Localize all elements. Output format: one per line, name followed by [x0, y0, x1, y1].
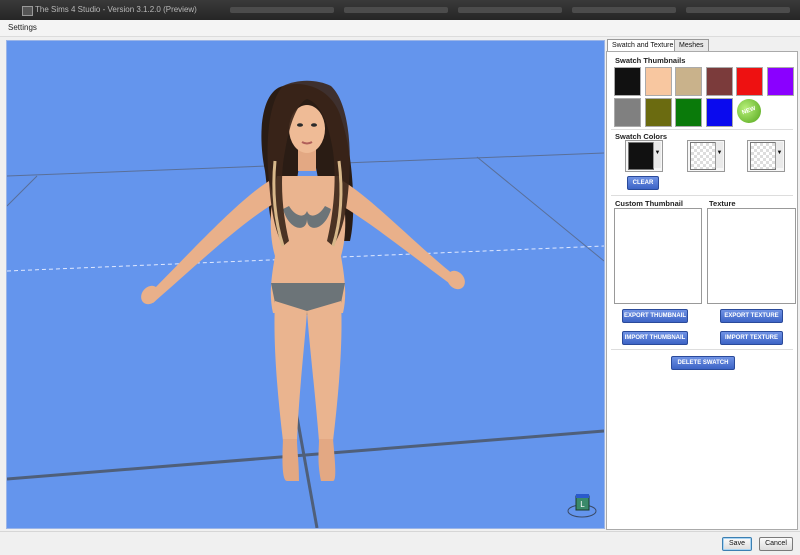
texture-preview [707, 208, 796, 304]
swatch-thumbnail[interactable] [614, 67, 641, 96]
swatch-thumbnail[interactable] [675, 98, 702, 127]
divider [611, 195, 793, 196]
sim-model [141, 80, 465, 481]
background-taskbar [230, 5, 790, 15]
viewport-scene: L [7, 80, 604, 528]
menu-bar: Settings [0, 20, 800, 37]
swatch-thumbnail[interactable] [644, 67, 672, 96]
chevron-down-icon[interactable]: ▼ [653, 142, 661, 168]
texture-title: Texture [709, 199, 736, 208]
menu-settings[interactable]: Settings [8, 23, 37, 32]
floor-grid [7, 360, 604, 528]
swatch-thumbnail[interactable] [675, 67, 702, 96]
dialog-footer: Save Cancel [0, 531, 800, 555]
save-button[interactable]: Save [722, 537, 752, 551]
export-thumbnail-button[interactable]: EXPORT THUMBNAIL [622, 309, 688, 323]
cancel-button[interactable]: Cancel [759, 537, 793, 551]
orientation-gizmo[interactable]: L [567, 494, 597, 518]
swatch-thumbnail[interactable] [614, 98, 641, 127]
chevron-down-icon[interactable]: ▼ [775, 142, 783, 168]
swatch-thumbnail[interactable] [736, 67, 763, 96]
custom-thumbnail-preview [614, 208, 702, 304]
swatch-thumbnail[interactable] [644, 98, 672, 127]
3d-viewport[interactable]: L [6, 40, 605, 529]
swatch-color-picker-2[interactable]: ▼ [687, 140, 725, 172]
export-texture-button[interactable]: EXPORT TEXTURE [720, 309, 783, 323]
window-title: The Sims 4 Studio - Version 3.1.2.0 (Pre… [35, 5, 197, 14]
empty-color-chip [750, 142, 776, 170]
swatch-color-picker-1[interactable]: ▼ [625, 140, 663, 172]
clear-button[interactable]: CLEAR [627, 176, 659, 190]
swatch-thumbnail[interactable] [705, 98, 733, 127]
import-texture-button[interactable]: IMPORT TEXTURE [720, 331, 783, 345]
selected-color-chip [628, 142, 654, 170]
swatch-thumbnails-title: Swatch Thumbnails [615, 56, 686, 65]
empty-color-chip [690, 142, 716, 170]
new-swatch-badge[interactable]: NEW [733, 95, 765, 127]
divider [611, 129, 793, 130]
swatch-thumbnail[interactable] [766, 67, 794, 96]
delete-swatch-button[interactable]: DELETE SWATCH [671, 356, 735, 370]
swatch-color-picker-3[interactable]: ▼ [747, 140, 785, 172]
swatch-thumbnail[interactable] [705, 67, 733, 96]
gizmo-label: L [580, 500, 585, 509]
tab-content: Swatch Thumbnails NEW Swatch Colors ▼ ▼ … [606, 51, 798, 530]
chevron-down-icon[interactable]: ▼ [715, 142, 723, 168]
title-bar: The Sims 4 Studio - Version 3.1.2.0 (Pre… [0, 0, 800, 20]
swatch-panel: Swatch and Texture Meshes Swatch Thumbna… [606, 38, 798, 530]
divider [611, 349, 793, 350]
app-icon [22, 6, 33, 16]
import-thumbnail-button[interactable]: IMPORT THUMBNAIL [622, 331, 688, 345]
custom-thumbnail-title: Custom Thumbnail [615, 199, 683, 208]
